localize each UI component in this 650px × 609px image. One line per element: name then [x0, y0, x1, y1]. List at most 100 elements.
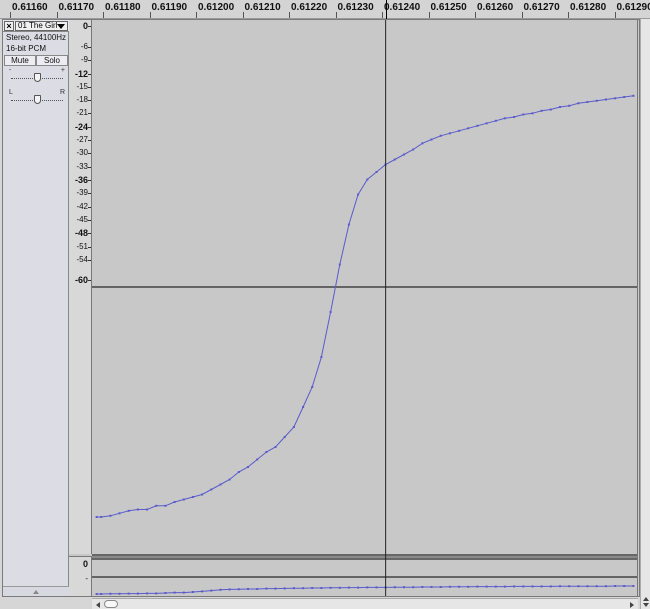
- top-sample-point: [109, 514, 112, 517]
- scroll-right-icon[interactable]: [630, 602, 634, 608]
- vertical-scale-top: 0 -6 -9 -12 -15 -18 -21 -24 -27 -30 -33 -36 -39 -42 -4…: [69, 20, 92, 554]
- top-sample-point: [265, 451, 268, 453]
- mute-solo-row: Mute Solo: [4, 55, 68, 66]
- top-sample-point: [531, 112, 534, 115]
- mute-button[interactable]: Mute: [4, 55, 36, 66]
- pan-slider-thumb[interactable]: [33, 95, 41, 104]
- bottom-sample-point: [347, 586, 350, 589]
- ruler-tick-label: 0.61180: [105, 2, 141, 13]
- timeline-ruler[interactable]: 0.61160 0.61170 0.61180 0.61190 0.61200 0.612…: [0, 0, 650, 19]
- ruler-tick: [614, 12, 616, 18]
- scale-label: -36: [74, 175, 88, 185]
- top-sample-point: [568, 104, 571, 107]
- ruler-tick-label: 0.61280: [570, 2, 607, 13]
- ruler-tick: [521, 12, 523, 18]
- top-sample-point: [632, 94, 635, 97]
- bottom-sample-point: [586, 585, 589, 588]
- scale-label: -9: [80, 55, 88, 64]
- top-sample-point: [155, 504, 158, 507]
- scale-label: -6: [80, 42, 88, 51]
- bottom-sample-point: [320, 587, 323, 589]
- scale-tick: [88, 280, 91, 281]
- bottom-sample-point: [173, 591, 176, 594]
- horizontal-scroll-thumb[interactable]: [104, 600, 118, 608]
- ruler-tick-label: 0.61270: [523, 2, 560, 13]
- top-sample-point: [403, 153, 405, 156]
- bottom-sample-point: [366, 586, 369, 589]
- track-bit-depth-info: 16-bit PCM: [6, 44, 47, 53]
- top-sample-point: [311, 386, 314, 388]
- ruler-tick-label: 0.61200: [198, 2, 235, 13]
- top-sample-point: [302, 406, 305, 408]
- collapse-track-bar[interactable]: [3, 586, 69, 596]
- bottom-sample-point: [403, 586, 405, 589]
- track-name-menu-button[interactable]: 01 The Girl: [15, 21, 68, 31]
- ruler-tick-label: 0.61190: [151, 2, 188, 13]
- scroll-up-icon[interactable]: [643, 597, 649, 601]
- ruler-tick: [335, 12, 337, 18]
- top-sample-point: [595, 99, 598, 102]
- top-sample-point: [614, 97, 617, 100]
- ruler-tick-label: 0.61160: [12, 2, 48, 13]
- top-sample-point: [604, 98, 607, 101]
- track-control-panel: × 01 The Girl Stereo, 44100Hz 16-bit PCM…: [3, 20, 69, 596]
- bottom-sample-point: [136, 592, 139, 595]
- ruler-tick: [428, 12, 430, 18]
- top-sample-point: [210, 488, 213, 491]
- top-sample-point: [412, 148, 415, 151]
- scale-tick: [88, 60, 91, 61]
- scale-tick: [88, 26, 91, 27]
- top-sample-point: [219, 483, 222, 486]
- top-sample-point: [338, 263, 341, 266]
- waveform-display[interactable]: [92, 20, 638, 596]
- scale-label: -60: [74, 275, 88, 285]
- gain-slider-thumb[interactable]: [33, 73, 41, 82]
- bottom-sample-point: [421, 586, 424, 588]
- top-sample-point: [375, 171, 378, 173]
- vertical-scrollbar[interactable]: [640, 19, 650, 609]
- scale-tick: [88, 113, 91, 114]
- bottom-sample-point: [494, 585, 497, 588]
- top-sample-point: [586, 101, 589, 103]
- top-sample-point: [476, 124, 479, 127]
- gain-max-label: +: [60, 67, 65, 74]
- scale-label: -15: [76, 82, 88, 91]
- horizontal-scrollbar[interactable]: [92, 598, 638, 609]
- scroll-down-icon[interactable]: [643, 603, 649, 607]
- pan-right-label: R: [59, 89, 65, 96]
- scale-label: -51: [76, 242, 88, 251]
- ruler-tick: [382, 12, 383, 18]
- solo-button[interactable]: Solo: [36, 55, 68, 66]
- bottom-sample-point: [393, 586, 396, 589]
- ruler-tick-label: 0.61240: [384, 2, 421, 13]
- scale-label: -27: [76, 135, 88, 144]
- scroll-left-icon[interactable]: [96, 602, 100, 608]
- close-track-button[interactable]: ×: [4, 21, 14, 31]
- bottom-sample-point: [329, 586, 332, 589]
- ruler-tick-label: 0.61290: [616, 2, 650, 13]
- bottom-sample-point: [577, 585, 580, 588]
- scale-tick: [88, 207, 91, 208]
- scale-tick: [88, 74, 91, 75]
- scale-label: -33: [76, 162, 88, 171]
- bottom-sample-point: [632, 585, 635, 587]
- top-sample-point: [283, 436, 286, 438]
- top-sample-point: [366, 178, 369, 181]
- bottom-sample-point: [95, 593, 98, 595]
- scale-tick: [88, 260, 91, 261]
- ruler-tick: [242, 12, 244, 18]
- ruler-tick: [56, 12, 58, 18]
- pan-slider[interactable]: L R: [9, 89, 65, 105]
- top-sample-point: [237, 471, 240, 473]
- bottom-sample-point: [448, 585, 451, 588]
- gain-slider[interactable]: - +: [9, 67, 65, 83]
- bottom-sample-point: [357, 586, 360, 589]
- pan-left-label: L: [9, 89, 13, 96]
- track-name-label: 01 The Girl: [18, 21, 58, 30]
- bottom-sample-point: [485, 585, 488, 588]
- ruler-tick: [475, 12, 476, 18]
- bottom-sample-point: [265, 587, 268, 590]
- scale-label: -42: [76, 202, 88, 211]
- scale-label: -24: [74, 122, 88, 132]
- top-sample-point: [439, 134, 442, 137]
